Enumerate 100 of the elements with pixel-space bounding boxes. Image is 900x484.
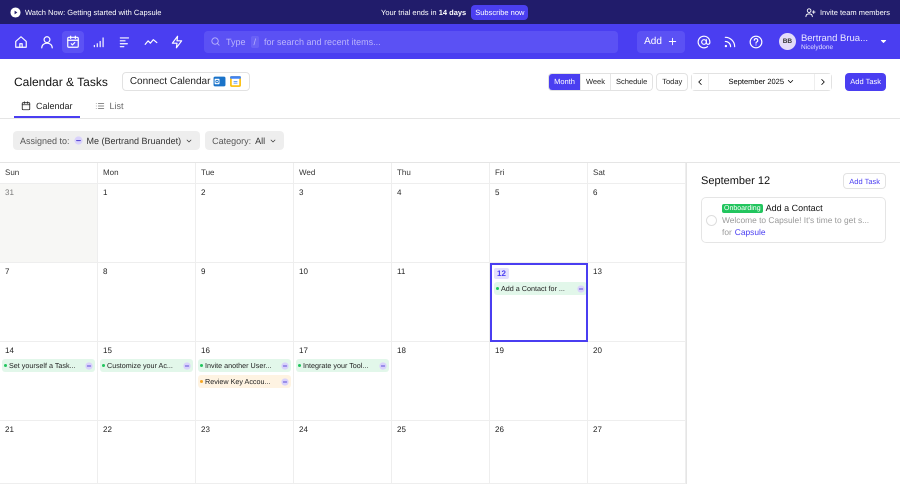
for-label: for — [722, 227, 732, 237]
add-button[interactable]: Add — [637, 30, 685, 52]
day-number: 7 — [4, 266, 10, 277]
day-cell[interactable]: 20 — [588, 342, 686, 421]
plus-icon — [666, 36, 678, 47]
day-number: 26 — [494, 424, 505, 435]
day-cell[interactable]: 6 — [588, 184, 686, 263]
day-cell[interactable]: 4 — [392, 184, 490, 263]
related-link[interactable]: Capsule — [734, 227, 766, 237]
avatar-icon — [577, 284, 585, 292]
day-cell[interactable]: 11 — [392, 263, 490, 342]
day-number: 16 — [200, 345, 211, 356]
day-number: 19 — [494, 345, 505, 356]
list-icon — [118, 34, 132, 48]
day-number: 12 — [494, 268, 509, 279]
day-cell[interactable]: 7 — [0, 263, 98, 342]
chevron-down-icon — [786, 77, 796, 86]
day-cell[interactable]: 5 — [490, 184, 588, 263]
day-number: 23 — [200, 424, 211, 435]
filter-dropdown[interactable]: Assigned to: Me (Bertrand Bruandet) — [13, 131, 200, 150]
filter-dropdown[interactable]: Category: All — [205, 131, 284, 150]
avatar-icon — [281, 362, 289, 370]
task-checkbox[interactable] — [706, 214, 717, 226]
view-tab[interactable]: Calendar — [14, 95, 80, 118]
day-cell[interactable]: 19 — [490, 342, 588, 421]
weekday-header: Sat — [588, 163, 686, 184]
calendar-app-icon — [229, 75, 242, 88]
caret-icon[interactable] — [879, 37, 888, 46]
task-description: Welcome to Capsule! It's time to get s... — [722, 215, 870, 225]
view-tab[interactable]: List — [88, 95, 131, 118]
bar-chart-icon — [92, 34, 106, 48]
task-title: Add a Contact — [766, 203, 823, 213]
weekday-header: Fri — [490, 163, 588, 184]
day-cell[interactable]: 23 — [196, 421, 294, 484]
day-number: 13 — [592, 266, 603, 277]
avatar-icon — [379, 362, 387, 370]
avatar-icon — [183, 362, 191, 370]
day-number: 17 — [298, 345, 309, 356]
mail-app-icon — [213, 75, 226, 88]
feed-icon[interactable] — [722, 34, 737, 48]
shortcut-key: / — [250, 36, 260, 48]
mention-icon[interactable] — [696, 34, 711, 48]
day-cell[interactable]: 27 — [588, 421, 686, 484]
play-icon[interactable] — [10, 6, 21, 18]
day-number: 15 — [102, 345, 113, 356]
day-number: 1 — [102, 187, 108, 198]
weekday-header: Tue — [196, 163, 294, 184]
day-number: 6 — [592, 187, 598, 198]
day-number: 14 — [4, 345, 15, 356]
day-number: 5 — [494, 187, 500, 198]
help-icon[interactable] — [748, 34, 763, 48]
lightning-icon — [170, 34, 184, 48]
day-number: 9 — [200, 266, 206, 277]
day-number: 10 — [298, 266, 309, 277]
day-cell[interactable]: 21 — [0, 421, 98, 484]
day-cell[interactable]: 25 — [392, 421, 490, 484]
day-cell[interactable]: 9 — [196, 263, 294, 342]
day-cell[interactable]: 31 — [0, 184, 98, 263]
search-placeholder: Type — [226, 36, 246, 46]
add-user-icon[interactable] — [804, 6, 816, 18]
panel-date: September 12 — [701, 175, 770, 187]
day-number: 18 — [396, 345, 407, 356]
day-number: 25 — [396, 424, 407, 435]
person-icon — [40, 34, 54, 48]
weekday-header: Wed — [294, 163, 392, 184]
calendar-button[interactable] — [62, 30, 84, 52]
day-cell[interactable]: 13 — [588, 263, 686, 342]
day-number: 11 — [396, 266, 406, 277]
day-cell[interactable]: 2 — [196, 184, 294, 263]
avatar-icon — [281, 378, 289, 386]
page-title: Calendar & Tasks — [14, 74, 108, 88]
day-number: 8 — [102, 266, 108, 277]
day-number: 27 — [592, 424, 603, 435]
weekday-header: Thu — [392, 163, 490, 184]
search-icon — [210, 36, 221, 47]
day-cell[interactable]: 1 — [98, 184, 196, 263]
calendar-icon — [66, 34, 80, 48]
day-cell[interactable]: 18 — [392, 342, 490, 421]
day-number: 24 — [298, 424, 309, 435]
day-cell[interactable]: 24 — [294, 421, 392, 484]
weekday-header: Mon — [98, 163, 196, 184]
day-number: 20 — [592, 345, 603, 356]
day-number: 21 — [4, 424, 15, 435]
search-hint: for search and recent items... — [264, 36, 381, 46]
day-number: 22 — [102, 424, 113, 435]
connect-calendar-button[interactable]: Connect Calendar — [122, 72, 250, 91]
list-icon — [94, 100, 105, 110]
day-number: 4 — [396, 187, 402, 198]
day-cell[interactable]: 10 — [294, 263, 392, 342]
day-number: 3 — [298, 187, 304, 198]
home-icon — [14, 34, 28, 48]
day-cell[interactable]: 26 — [490, 421, 588, 484]
calendar-icon — [21, 100, 31, 110]
day-number: 2 — [200, 187, 206, 198]
user-name[interactable]: Bertrand Brua... — [800, 32, 868, 44]
avatar-icon — [85, 362, 93, 370]
day-number: 31 — [4, 187, 15, 198]
day-cell[interactable]: 22 — [98, 421, 196, 484]
day-cell[interactable]: 8 — [98, 263, 196, 342]
day-cell[interactable]: 3 — [294, 184, 392, 263]
